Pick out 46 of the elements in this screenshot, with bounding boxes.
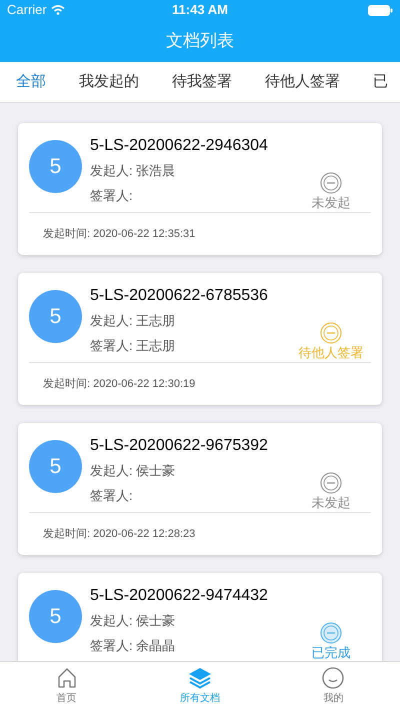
clock: 11:43 AM: [172, 1, 228, 20]
avatar-badge: 5: [29, 140, 82, 193]
status-label: 待他人签署: [298, 344, 364, 361]
signer-label: 签署人:: [90, 487, 134, 505]
smiley-icon: [322, 666, 344, 688]
filter-tab[interactable]: 全部: [16, 70, 46, 94]
avatar-badge: 5: [29, 440, 82, 493]
filter-tab[interactable]: 已: [373, 70, 388, 94]
signer-label: 签署人: 王志朋: [90, 337, 176, 355]
document-card[interactable]: 5 5-LS-20200622-2946304 发起人: 张浩晨 签署人: 未发起 发起时间: 2020-06-22 12:35:31: [18, 123, 382, 255]
document-card[interactable]: 5 5-LS-20200622-9474432 发起人: 侯士豪 签署人: 余晶晶 已完成: [18, 573, 382, 661]
initiator-label: 发起人: 侯士豪: [90, 462, 176, 480]
status-label: 已完成: [312, 644, 350, 661]
document-title: 5-LS-20200622-6785536: [90, 286, 269, 306]
bottom-tab[interactable]: 我的: [266, 662, 400, 710]
carrier-label: Carrier: [7, 1, 47, 20]
document-card[interactable]: 5 5-LS-20200622-9675392 发起人: 侯士豪 签署人: 未发起 发起时间: 2020-06-22 12:28:23: [18, 423, 382, 555]
home-icon: [56, 666, 78, 688]
filter-tab[interactable]: 待我签署: [172, 70, 232, 94]
created-time: 发起时间: 2020-06-22 12:35:31: [43, 226, 196, 242]
initiator-label: 发起人: 张浩晨: [90, 162, 176, 180]
battery-icon: [368, 4, 393, 16]
layers-icon: [188, 666, 212, 688]
created-time: 发起时间: 2020-06-22 12:28:23: [43, 526, 196, 542]
status-label: 未发起: [312, 194, 350, 211]
document-title: 5-LS-20200622-2946304: [90, 136, 269, 156]
filter-tab[interactable]: 待他人签署: [265, 70, 340, 94]
created-time: 发起时间: 2020-06-22 12:30:19: [43, 376, 196, 392]
stamp-icon: [320, 322, 342, 344]
stamp-icon: [320, 172, 342, 194]
avatar-badge: 5: [29, 590, 82, 643]
document-title: 5-LS-20200622-9474432: [90, 586, 269, 606]
initiator-label: 发起人: 侯士豪: [90, 612, 176, 630]
signer-label: 签署人: 余晶晶: [90, 637, 176, 655]
initiator-label: 发起人: 王志朋: [90, 312, 176, 330]
status-label: 未发起: [312, 494, 350, 511]
signer-label: 签署人:: [90, 187, 134, 205]
bottom-tab[interactable]: 首页: [0, 662, 134, 710]
avatar-badge: 5: [29, 290, 82, 343]
stamp-icon: [320, 622, 342, 644]
filter-tab[interactable]: 我发起的: [79, 70, 139, 94]
wifi-icon: [50, 5, 65, 15]
document-title: 5-LS-20200622-9675392: [90, 436, 269, 456]
document-card[interactable]: 5 5-LS-20200622-6785536 发起人: 王志朋 签署人: 王志朋 待他人签署 发起时间: 2020-06-22 12:30:19: [18, 273, 382, 405]
page-title: 文档列表: [166, 30, 234, 52]
stamp-icon: [320, 472, 342, 494]
